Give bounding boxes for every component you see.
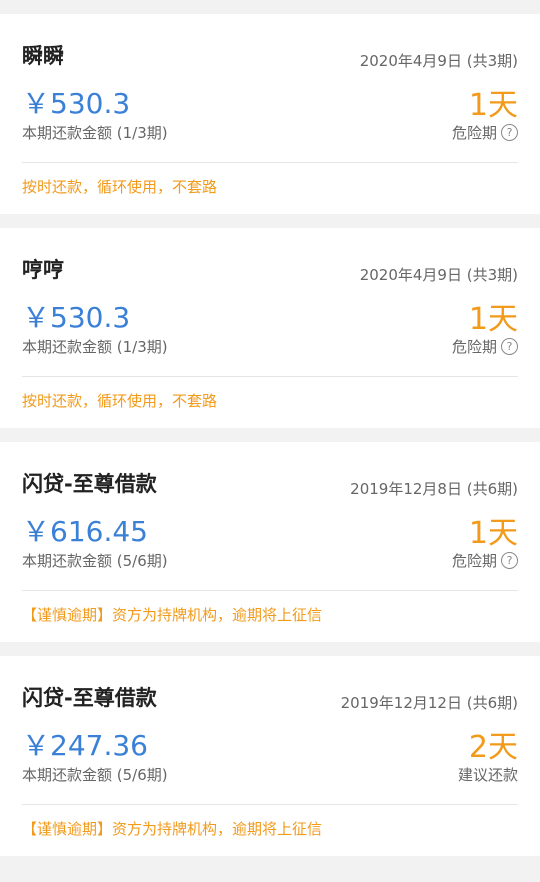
days-remaining: 1天 (468, 88, 518, 123)
question-circle-icon[interactable]: ? (501, 124, 518, 141)
divider (22, 804, 518, 805)
status-text: 危险期 (451, 552, 497, 570)
divider (22, 162, 518, 163)
status-text: 建议还款 (457, 766, 518, 784)
loan-card[interactable]: 瞬瞬 2020年4月9日 (共3期) ￥530.3 1天 本期还款金额 (1/3… (0, 14, 540, 214)
due-date: 2020年4月9日 (共3期) (359, 266, 518, 284)
promo-note: 按时还款，循环使用，不套路 (22, 178, 218, 196)
days-remaining: 1天 (468, 302, 518, 337)
warning-note: 【谨慎逾期】资方为持牌机构，逾期将上征信 (22, 820, 323, 838)
question-circle-icon[interactable]: ? (501, 552, 518, 569)
repayment-amount: ￥530.3 (22, 301, 131, 334)
days-remaining: 1天 (468, 516, 518, 551)
loan-list: 瞬瞬 2020年4月9日 (共3期) ￥530.3 1天 本期还款金额 (1/3… (0, 0, 540, 882)
due-date: 2019年12月8日 (共6期) (350, 480, 518, 498)
loan-name: 瞬瞬 (22, 44, 64, 68)
status-text: 危险期 (451, 124, 497, 142)
divider (22, 376, 518, 377)
repayment-amount: ￥247.36 (22, 729, 148, 762)
loan-name: 闪贷-至尊借款 (22, 686, 157, 710)
period-label: 本期还款金额 (5/6期) (22, 766, 168, 784)
question-circle-icon[interactable]: ? (501, 338, 518, 355)
period-label: 本期还款金额 (1/3期) (22, 338, 168, 356)
due-date: 2020年4月9日 (共3期) (359, 52, 518, 70)
status-label[interactable]: 危险期 ? (452, 550, 518, 571)
loan-name: 闪贷-至尊借款 (22, 472, 157, 496)
loan-card[interactable]: 哼哼 2020年4月9日 (共3期) ￥530.3 1天 本期还款金额 (1/3… (0, 228, 540, 428)
repayment-amount: ￥616.45 (22, 515, 148, 548)
status-label: 建议还款 (458, 764, 518, 785)
loan-name: 哼哼 (22, 258, 64, 282)
status-text: 危险期 (451, 338, 497, 356)
period-label: 本期还款金额 (1/3期) (22, 124, 168, 142)
loan-card[interactable]: 闪贷-至尊借款 2019年12月8日 (共6期) ￥616.45 1天 本期还款… (0, 442, 540, 642)
divider (22, 590, 518, 591)
status-label[interactable]: 危险期 ? (452, 122, 518, 143)
repayment-amount: ￥530.3 (22, 87, 131, 120)
period-label: 本期还款金额 (5/6期) (22, 552, 168, 570)
due-date: 2019年12月12日 (共6期) (340, 694, 518, 712)
warning-note: 【谨慎逾期】资方为持牌机构，逾期将上征信 (22, 606, 323, 624)
days-remaining: 2天 (468, 730, 518, 765)
loan-card[interactable]: 闪贷-至尊借款 2019年12月12日 (共6期) ￥247.36 2天 本期还… (0, 656, 540, 856)
promo-note: 按时还款，循环使用，不套路 (22, 392, 218, 410)
status-label[interactable]: 危险期 ? (452, 336, 518, 357)
